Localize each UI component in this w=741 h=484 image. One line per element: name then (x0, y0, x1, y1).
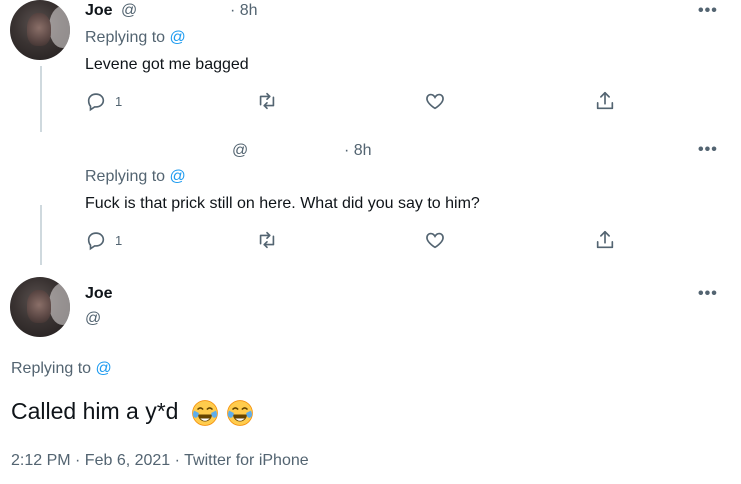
thread-line (40, 205, 42, 265)
reply-icon (87, 232, 105, 251)
replying-to-label: Replying to (85, 29, 166, 46)
reply-button[interactable]: 1 (85, 229, 122, 251)
more-icon[interactable]: ••• (698, 2, 718, 20)
replying-to-label: Replying to (85, 168, 166, 185)
retweet-icon (259, 92, 275, 110)
like-button[interactable] (424, 90, 446, 112)
tweet-timestamp[interactable]: 2:12 PM · Feb 6, 2021 (11, 452, 170, 469)
tweet-time[interactable]: · 8h (230, 2, 258, 20)
more-icon[interactable]: ••• (698, 285, 718, 303)
author-handle[interactable]: @ (121, 2, 137, 19)
heart-icon (426, 93, 444, 110)
meta-separator: · (174, 452, 180, 469)
avatar[interactable] (10, 0, 70, 60)
retweet-icon (259, 231, 275, 249)
replying-to-handle[interactable]: @ (96, 360, 112, 377)
tweet-source[interactable]: Twitter for iPhone (184, 452, 309, 469)
reply-count: 1 (115, 232, 123, 248)
retweet-button[interactable] (256, 90, 278, 112)
author-handle[interactable]: @ (85, 310, 101, 328)
tweet-text-content: Called him a y*d (11, 398, 179, 424)
replying-to-label: Replying to (11, 360, 92, 377)
tweet-time[interactable]: · 8h (344, 142, 372, 160)
heart-icon (426, 232, 444, 249)
tweet-meta: 2:12 PM · Feb 6, 2021 · Twitter for iPho… (11, 452, 309, 470)
share-button[interactable] (594, 229, 616, 251)
retweet-button[interactable] (256, 229, 278, 251)
face-with-tears-of-joy-icon (192, 400, 218, 426)
share-button[interactable] (594, 90, 616, 112)
share-icon (596, 91, 614, 110)
replying-to-handle[interactable]: @ (170, 29, 186, 46)
tweet-text: Called him a y*d (11, 398, 254, 427)
avatar[interactable] (10, 277, 70, 337)
more-icon[interactable]: ••• (698, 141, 718, 159)
author-name[interactable]: Joe (85, 285, 113, 303)
reply-icon (87, 93, 105, 112)
tweet-header: Joe @ (85, 2, 137, 20)
replying-to-handle[interactable]: @ (170, 168, 186, 185)
face-with-tears-of-joy-icon (227, 400, 254, 426)
replying-to: Replying to @ (85, 168, 186, 186)
thread-line (40, 66, 42, 132)
reply-button[interactable]: 1 (85, 90, 122, 112)
like-button[interactable] (424, 229, 446, 251)
reply-count: 1 (115, 93, 123, 109)
author-handle[interactable]: @ (232, 142, 248, 160)
tweet-text: Levene got me bagged (85, 56, 249, 73)
replying-to: Replying to @ (85, 29, 186, 47)
author-name[interactable]: Joe (85, 2, 113, 19)
share-icon (596, 230, 614, 249)
tweet-text: Fuck is that prick still on here. What d… (85, 195, 480, 212)
replying-to: Replying to @ (11, 360, 112, 378)
